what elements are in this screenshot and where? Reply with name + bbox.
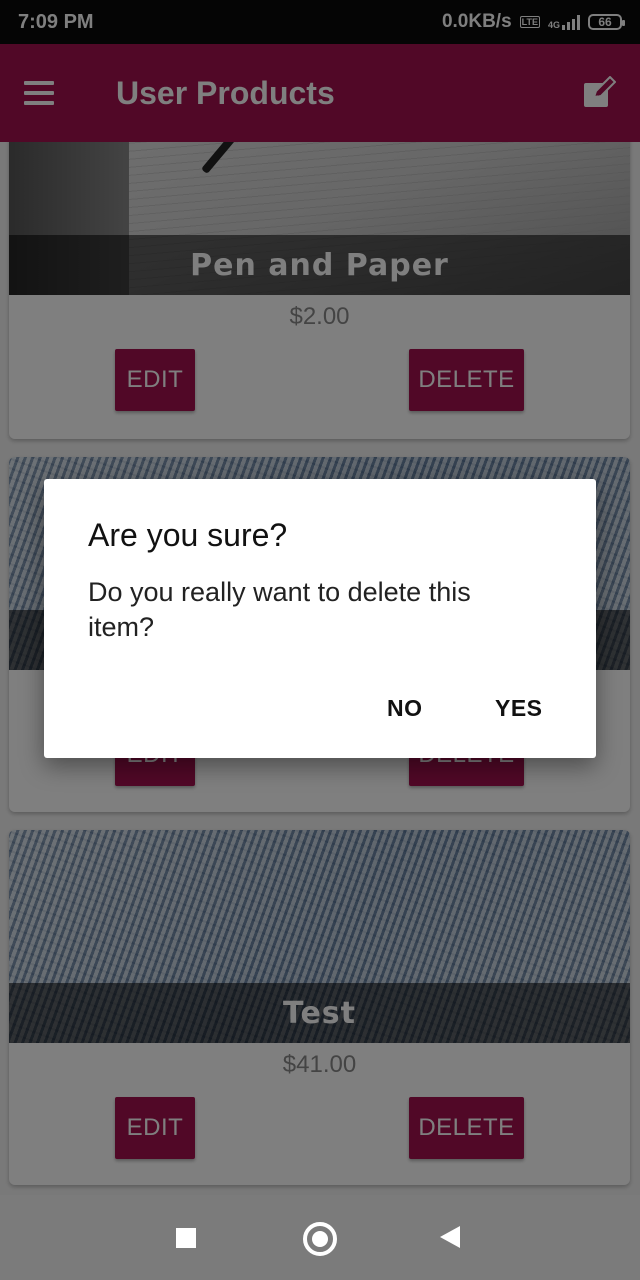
system-nav-bar [0, 1195, 640, 1280]
dialog-message: Do you really want to delete this item? [88, 577, 471, 642]
back-icon[interactable] [440, 1226, 460, 1248]
dialog-title: Are you sure? [88, 517, 288, 553]
yes-button[interactable]: YES [495, 695, 543, 722]
confirm-dialog: Are you sure? Do you really want to dele… [44, 479, 596, 758]
no-button[interactable]: NO [387, 695, 423, 722]
recent-apps-icon[interactable] [176, 1228, 196, 1248]
home-icon[interactable] [303, 1222, 337, 1256]
